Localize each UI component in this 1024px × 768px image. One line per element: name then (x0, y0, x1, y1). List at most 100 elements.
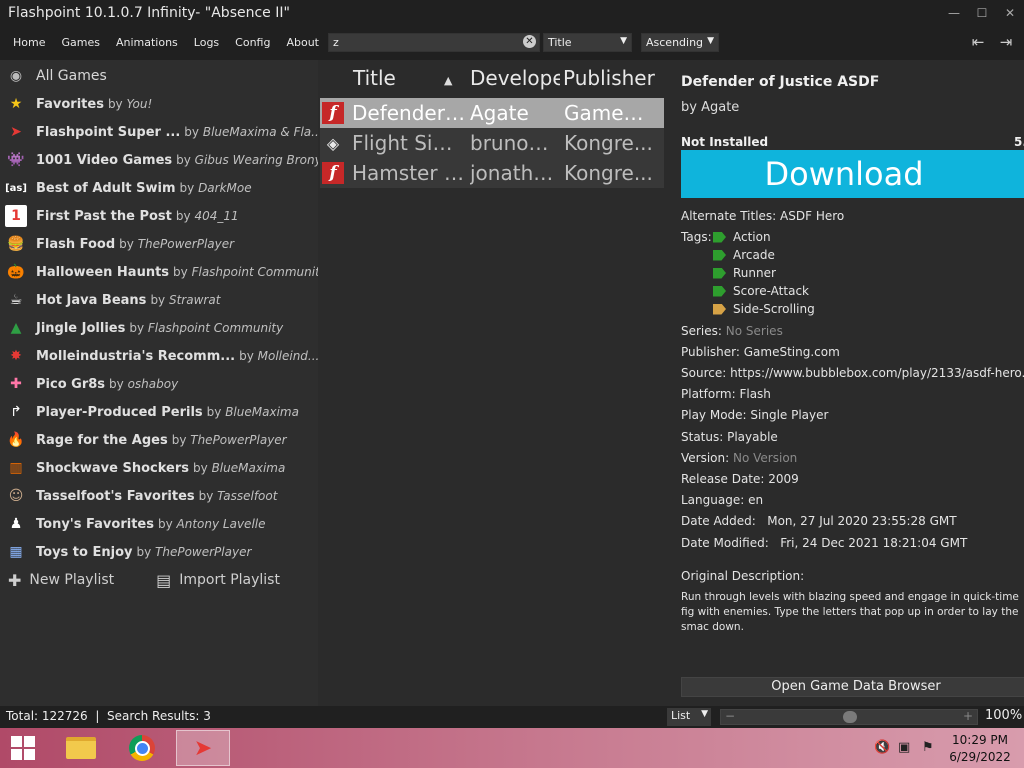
tag-name: Score-Attack (733, 284, 809, 298)
sidebar-item-playlist[interactable]: ✸ Molleindustria's Recomm... by Molleind..… (0, 342, 318, 370)
sidebar-item-playlist[interactable]: ➤ Flashpoint Super ... by BlueMaxima & Fla… (0, 118, 318, 146)
sort-order-select[interactable]: Ascending ▼ (641, 33, 719, 52)
tag-icon (713, 231, 726, 243)
menu-animations[interactable]: Animations (108, 26, 186, 60)
sidebar-item-playlist[interactable]: ★ Favorites by You! (0, 90, 318, 118)
playlist-actions: ✚ New Playlist ▤ Import Playlist (0, 566, 318, 594)
game-title: Defender o... (352, 101, 470, 125)
open-game-data-browser-button[interactable]: Open Game Data Browser (681, 677, 1024, 697)
sidebar-item-playlist[interactable]: 🍔 Flash Food by ThePowerPlayer (0, 230, 318, 258)
notification-icon[interactable]: ⚑ (922, 740, 934, 755)
sidebar-item-playlist[interactable]: ▦ Toys to Enjoy by ThePowerPlayer (0, 538, 318, 566)
maximize-button[interactable]: ☐ (968, 2, 996, 24)
sidebar-item-playlist[interactable]: ☕ Hot Java Beans by Strawrat (0, 286, 318, 314)
sort-field-value: Title (548, 36, 572, 49)
sidebar-item-playlist[interactable]: 👾 1001 Video Games by Gibus Wearing Brony (0, 146, 318, 174)
sort-field-select[interactable]: Title ▼ (543, 33, 632, 52)
window-title: Flashpoint 10.1.0.7 Infinity- "Absence I… (8, 5, 290, 21)
eye-icon: ◉ (9, 68, 23, 84)
game-publisher: GameS... (564, 101, 654, 125)
volume-muted-icon[interactable]: 🔇 (874, 740, 890, 755)
tag-item[interactable]: Side-Scrolling (713, 302, 815, 316)
column-publisher[interactable]: Publisher (560, 66, 660, 96)
start-button[interactable] (0, 730, 46, 766)
playlist-name: Player-Produced Perils (36, 404, 203, 420)
playlist-by-label: by (173, 265, 188, 279)
playlist-name: Tony's Favorites (36, 516, 154, 532)
playlist-name: Hot Java Beans (36, 292, 147, 308)
close-window-button[interactable]: ✕ (996, 2, 1024, 24)
silhouette-icon: ♟ (9, 516, 23, 532)
toggle-right-sidebar-icon[interactable]: ⇥ (994, 30, 1018, 54)
sidebar-item-playlist[interactable]: 🔥 Rage for the Ages by ThePowerPlayer (0, 426, 318, 454)
game-title: Hamster W... (352, 161, 470, 185)
plus-icon: ✚ (8, 570, 22, 590)
clock-time[interactable]: 10:29 PM (940, 733, 1020, 747)
search-input[interactable] (328, 33, 540, 52)
sidebar-item-playlist[interactable]: ▲ Jingle Jollies by Flashpoint Community (0, 314, 318, 342)
game-size: 5. (1014, 135, 1024, 149)
menu-games[interactable]: Games (53, 26, 107, 60)
sidebar-item-playlist[interactable]: ▥ Shockwave Shockers by BlueMaxima (0, 454, 318, 482)
download-button[interactable]: Download (681, 150, 1024, 198)
zoom-out-icon[interactable]: − (725, 709, 735, 723)
playlist-by-label: by (179, 181, 195, 195)
install-status: Not Installed (681, 135, 769, 149)
tag-item[interactable]: Arcade (713, 248, 775, 262)
menu-about[interactable]: About (278, 26, 327, 60)
taskbar-chrome[interactable] (115, 730, 169, 766)
playlist-name: Flash Food (36, 236, 116, 252)
playlist-author-name: DarkMoe (198, 181, 252, 195)
clear-search-icon[interactable]: ✕ (523, 35, 536, 48)
minimize-button[interactable]: — (940, 2, 968, 24)
column-title[interactable]: Title (320, 66, 440, 96)
sidebar-item-playlist[interactable]: [as] Best of Adult Swim by DarkMoe (0, 174, 318, 202)
toy-blocks-icon: ▦ (9, 544, 23, 560)
playlist-by-label: by (119, 237, 134, 251)
tag-icon (713, 267, 726, 279)
title-bar: Flashpoint 10.1.0.7 Infinity- "Absence I… (0, 0, 1024, 26)
view-mode-select[interactable]: List ▼ (667, 708, 711, 726)
game-row[interactable]: f Hamster W... jonatha... Kongre... (320, 158, 664, 188)
network-icon[interactable]: ▣ (898, 740, 910, 755)
zoom-in-icon[interactable]: + (963, 709, 973, 723)
zoom-slider-thumb[interactable] (843, 711, 857, 723)
sort-order-value: Ascending (646, 36, 704, 49)
windows-logo-icon (11, 736, 35, 760)
column-developer[interactable]: Develope (440, 66, 560, 96)
folder-icon (66, 737, 96, 759)
playlist-author-name: Molleind... (257, 349, 318, 363)
playlist-author-name: ThePowerPlayer (155, 545, 252, 559)
sidebar-item-playlist[interactable]: ✚ Pico Gr8s by oshaboy (0, 370, 318, 398)
menu-home[interactable]: Home (0, 26, 53, 60)
sidebar-item-playlist[interactable]: ↱ Player-Produced Perils by BlueMaxima (0, 398, 318, 426)
toggle-left-sidebar-icon[interactable]: ⇤ (966, 30, 990, 54)
tag-icon (713, 303, 726, 315)
menu-config[interactable]: Config (227, 26, 278, 60)
series-row: Series: No Series (681, 324, 783, 338)
import-playlist-button[interactable]: ▤ Import Playlist (156, 571, 280, 590)
playlist-author-name: BlueMaxima & Fla... (202, 125, 318, 139)
sidebar-item-playlist[interactable]: 1 First Past the Post by 404_11 (0, 202, 318, 230)
series-value: No Series (725, 324, 783, 338)
tag-item[interactable]: Runner (713, 266, 776, 280)
clock-date[interactable]: 6/29/2022 (940, 750, 1020, 764)
zoom-slider[interactable]: − + (720, 709, 978, 725)
playlist-author: by Molleind... (239, 349, 318, 363)
tag-item[interactable]: Score-Attack (713, 284, 809, 298)
sidebar-item-playlist[interactable]: ☺ Tasselfoot's Favorites by Tasselfoot (0, 482, 318, 510)
sidebar-item-all-games[interactable]: ◉ All Games (0, 62, 318, 90)
sidebar-item-playlist[interactable]: 🎃 Halloween Haunts by Flashpoint Community (0, 258, 318, 286)
tag-item[interactable]: Action (713, 230, 771, 244)
tag-icon (713, 285, 726, 297)
menu-logs[interactable]: Logs (186, 26, 227, 60)
taskbar-flashpoint[interactable]: ➤ (176, 730, 230, 766)
game-row[interactable]: ◈ Flight Simu...brunoa...Kongre... (320, 128, 664, 158)
import-playlist-label: Import Playlist (179, 572, 280, 588)
sidebar-item-playlist[interactable]: ♟ Tony's Favorites by Antony Lavelle (0, 510, 318, 538)
new-playlist-button[interactable]: ✚ New Playlist (8, 571, 114, 590)
playlist-name: Molleindustria's Recomm... (36, 348, 236, 364)
taskbar-file-explorer[interactable] (54, 730, 108, 766)
game-row[interactable]: f Defender o... Agate GameS... (320, 98, 664, 128)
playlist-name: Toys to Enjoy (36, 544, 133, 560)
